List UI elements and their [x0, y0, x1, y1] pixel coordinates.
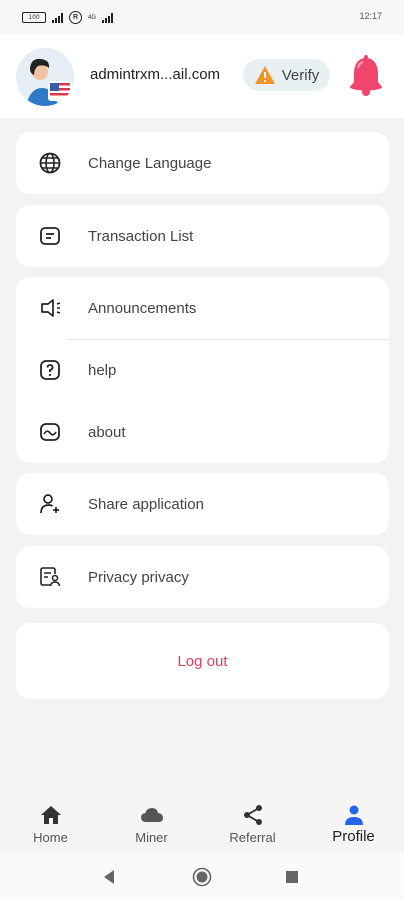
profile-header: admintrxm...ail.com Verify	[0, 34, 404, 118]
cloud-icon	[140, 808, 163, 822]
menu-item-change-language[interactable]: Change Language	[16, 132, 389, 194]
nav-item-miner[interactable]: Miner	[101, 792, 202, 852]
receipt-list-icon	[40, 227, 60, 245]
signal-icon-2	[102, 12, 114, 23]
share-card: Share application	[16, 473, 389, 535]
back-icon[interactable]	[100, 868, 118, 886]
bottom-navigation: Home Miner Referral Profile	[0, 792, 404, 852]
menu-label-privacy: Privacy privacy	[88, 568, 189, 586]
menu-label-change-language: Change Language	[88, 154, 212, 172]
menu-label-share-application: Share application	[88, 495, 204, 513]
menu-label-announcements: Announcements	[88, 299, 197, 317]
info-card: Announcements help about	[16, 277, 389, 463]
privacy-card: Privacy privacy	[16, 546, 389, 608]
home-icon	[40, 806, 61, 824]
verify-label: Verify	[281, 66, 320, 84]
person-icon	[344, 805, 363, 825]
status-indicators: 100 R 4G	[22, 11, 114, 24]
menu-item-help[interactable]: help	[16, 339, 389, 401]
nav-item-referral[interactable]: Referral	[202, 792, 303, 852]
menu-label-transaction-list: Transaction List	[88, 227, 194, 245]
nav-label-home: Home	[33, 830, 68, 845]
recents-icon[interactable]	[285, 870, 299, 884]
menu-label-help: help	[88, 361, 117, 379]
nav-item-profile[interactable]: Profile	[303, 792, 404, 852]
user-email: admintrxm...ail.com	[90, 66, 221, 83]
transaction-list-card: Transaction List	[16, 205, 389, 267]
logout-button[interactable]: Log out	[16, 623, 389, 699]
privacy-document-icon	[40, 567, 61, 587]
menu-item-transaction-list[interactable]: Transaction List	[16, 205, 389, 267]
globe-icon	[39, 152, 61, 174]
nav-label-profile: Profile	[332, 828, 375, 845]
menu-item-about[interactable]: about	[16, 401, 389, 463]
menu-item-privacy[interactable]: Privacy privacy	[16, 546, 389, 608]
status-bar: 100 R 4G 12:17	[0, 0, 404, 34]
verify-button[interactable]: Verify	[243, 59, 330, 91]
signal-icon	[52, 12, 63, 23]
nav-label-miner: Miner	[135, 830, 168, 845]
nav-label-referral: Referral	[229, 830, 276, 845]
about-icon	[40, 423, 60, 441]
roaming-icon: R	[69, 11, 82, 24]
help-icon	[40, 360, 60, 380]
system-navigation-bar	[0, 852, 404, 900]
megaphone-icon	[41, 299, 61, 317]
avatar[interactable]	[16, 48, 74, 106]
user-add-icon	[40, 494, 59, 514]
share-icon	[243, 805, 262, 825]
network-type: 4G	[88, 14, 97, 21]
avatar-illustration-icon	[16, 48, 74, 106]
battery-level: 100	[28, 14, 40, 21]
notification-bell-icon[interactable]	[345, 54, 387, 98]
change-language-card: Change Language	[16, 132, 389, 194]
menu-item-share-application[interactable]: Share application	[16, 473, 389, 535]
status-time: 12:17	[359, 11, 382, 21]
home-circle-icon[interactable]	[192, 867, 212, 887]
menu-label-about: about	[88, 423, 126, 441]
nav-item-home[interactable]: Home	[0, 792, 101, 852]
logout-label: Log out	[177, 652, 228, 670]
warning-icon	[254, 66, 275, 84]
battery-icon: 100	[22, 12, 46, 23]
menu-item-announcements[interactable]: Announcements	[16, 277, 389, 339]
